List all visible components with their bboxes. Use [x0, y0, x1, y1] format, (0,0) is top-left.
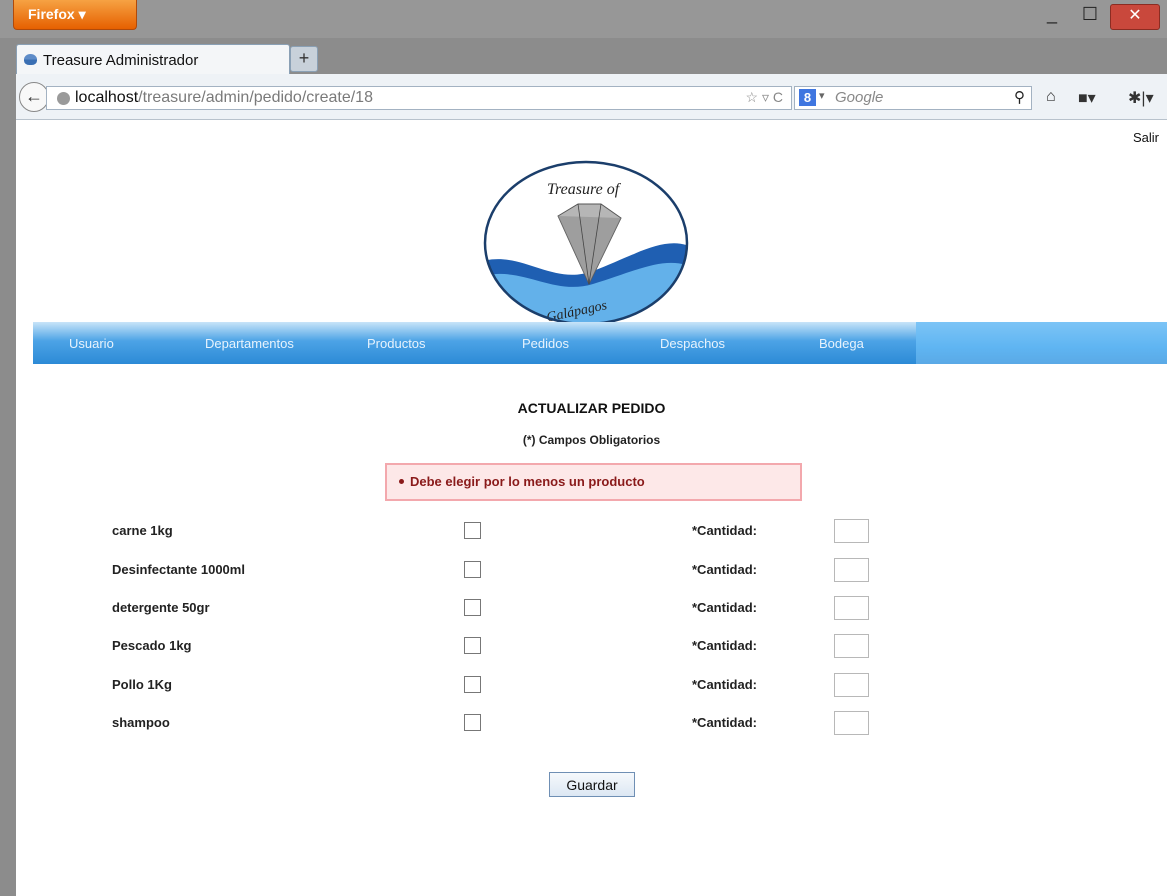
product-name: Pollo 1Kg: [112, 677, 172, 692]
navigation-toolbar: ← localhost/treasure/admin/pedido/create…: [16, 74, 1167, 120]
menu-item-usuario[interactable]: Usuario: [69, 336, 114, 351]
search-bar[interactable]: 8 ▾ Google ⚲: [794, 86, 1032, 110]
firefox-menu-label: Firefox: [28, 6, 75, 22]
favicon-icon: [24, 54, 37, 65]
quantity-label: *Cantidad:: [692, 677, 757, 692]
menu-bar: Usuario Departamentos Productos Pedidos …: [33, 322, 916, 364]
quantity-input[interactable]: [834, 558, 869, 582]
menu-item-productos[interactable]: Productos: [367, 336, 426, 351]
chevron-down-icon: ▾: [78, 6, 86, 22]
menu-item-despachos[interactable]: Despachos: [660, 336, 725, 351]
page-viewport: Salir Treasure of Galápagos Usuario Depa…: [16, 120, 1167, 896]
form-title: ACTUALIZAR PEDIDO: [517, 400, 666, 416]
quantity-input[interactable]: [834, 711, 869, 735]
new-tab-button[interactable]: +: [290, 46, 318, 72]
product-row: shampoo *Cantidad:: [16, 711, 1167, 735]
url-path: /treasure/admin/pedido/create/18: [138, 89, 373, 106]
search-placeholder: Google: [835, 89, 884, 106]
product-name: shampoo: [112, 715, 170, 730]
quantity-input[interactable]: [834, 596, 869, 620]
logo-top-text: Treasure of: [547, 181, 622, 198]
menu-bar-extension: [916, 322, 1167, 364]
product-name: carne 1kg: [112, 523, 173, 538]
error-summary: Debe elegir por lo menos un producto: [385, 463, 802, 501]
firefox-menu-button[interactable]: Firefox ▾: [13, 0, 137, 30]
quantity-input[interactable]: [834, 634, 869, 658]
browser-tab[interactable]: Treasure Administrador: [16, 44, 290, 74]
engine-dropdown-icon[interactable]: ▾: [819, 89, 825, 102]
menu-item-pedidos[interactable]: Pedidos: [522, 336, 569, 351]
tab-title: Treasure Administrador: [43, 52, 199, 69]
product-row: Pescado 1kg *Cantidad:: [16, 634, 1167, 658]
product-checkbox[interactable]: [464, 714, 481, 731]
product-name: Desinfectante 1000ml: [112, 562, 245, 577]
product-checkbox[interactable]: [464, 676, 481, 693]
quantity-label: *Cantidad:: [692, 523, 757, 538]
bookmark-star-reload-icon[interactable]: ☆ ▿ C: [746, 89, 783, 106]
google-icon[interactable]: 8: [799, 89, 816, 106]
logout-link[interactable]: Salir: [1133, 130, 1159, 145]
product-name: Pescado 1kg: [112, 638, 192, 653]
addon-icon[interactable]: ✱|▾: [1128, 88, 1154, 108]
product-row: detergente 50gr *Cantidad:: [16, 596, 1167, 620]
treasure-logo: Treasure of Galápagos: [483, 160, 689, 326]
quantity-label: *Cantidad:: [692, 562, 757, 577]
globe-icon: [57, 92, 70, 105]
url-host: localhost: [75, 89, 139, 106]
bookmarks-icon[interactable]: ■▾: [1078, 88, 1096, 108]
home-icon[interactable]: ⌂: [1046, 88, 1056, 106]
search-icon[interactable]: ⚲: [1014, 88, 1025, 106]
quantity-input[interactable]: [834, 519, 869, 543]
product-checkbox[interactable]: [464, 637, 481, 654]
product-row: Desinfectante 1000ml *Cantidad:: [16, 558, 1167, 582]
product-row: Pollo 1Kg *Cantidad:: [16, 673, 1167, 697]
required-fields-note: (*) Campos Obligatorios: [522, 433, 661, 447]
product-row: carne 1kg *Cantidad:: [16, 519, 1167, 543]
product-name: detergente 50gr: [112, 600, 210, 615]
window-titlebar: Firefox ▾ _ ☐ ✕: [0, 0, 1167, 38]
minimize-button[interactable]: _: [1040, 4, 1064, 30]
product-checkbox[interactable]: [464, 522, 481, 539]
bullet-icon: [399, 479, 404, 485]
main-menu: Usuario Departamentos Productos Pedidos …: [33, 322, 1167, 364]
quantity-label: *Cantidad:: [692, 600, 757, 615]
product-checkbox[interactable]: [464, 561, 481, 578]
quantity-label: *Cantidad:: [692, 638, 757, 653]
menu-item-bodega[interactable]: Bodega: [819, 336, 864, 351]
save-button[interactable]: Guardar: [549, 772, 635, 797]
product-checkbox[interactable]: [464, 599, 481, 616]
maximize-button[interactable]: ☐: [1078, 4, 1102, 30]
back-arrow-icon[interactable]: ←: [19, 82, 49, 112]
quantity-label: *Cantidad:: [692, 715, 757, 730]
menu-item-departamentos[interactable]: Departamentos: [205, 336, 294, 351]
quantity-input[interactable]: [834, 673, 869, 697]
error-message: Debe elegir por lo menos un producto: [410, 474, 645, 489]
close-window-button[interactable]: ✕: [1110, 4, 1160, 30]
address-bar[interactable]: localhost/treasure/admin/pedido/create/1…: [46, 86, 792, 110]
